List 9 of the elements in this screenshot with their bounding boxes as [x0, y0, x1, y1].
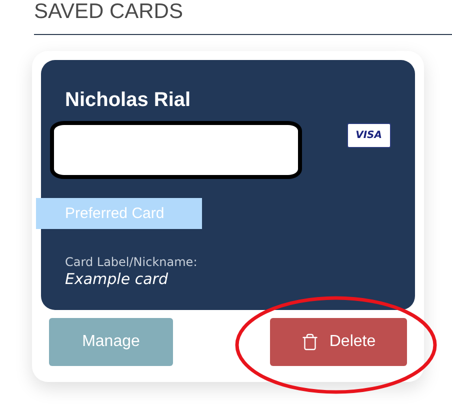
- manage-button[interactable]: Manage: [49, 318, 173, 366]
- delete-button[interactable]: Delete: [270, 318, 407, 366]
- section-title: SAVED CARDS: [34, 0, 184, 25]
- nickname-value: Example card: [65, 269, 169, 289]
- card-brand-logo: VISA: [346, 123, 391, 148]
- trash-icon: [301, 333, 320, 351]
- nickname-label: Card Label/Nickname:: [65, 255, 198, 269]
- cardholder-name: Nicholas Rial: [65, 88, 192, 113]
- preferred-badge: Preferred Card: [36, 198, 202, 229]
